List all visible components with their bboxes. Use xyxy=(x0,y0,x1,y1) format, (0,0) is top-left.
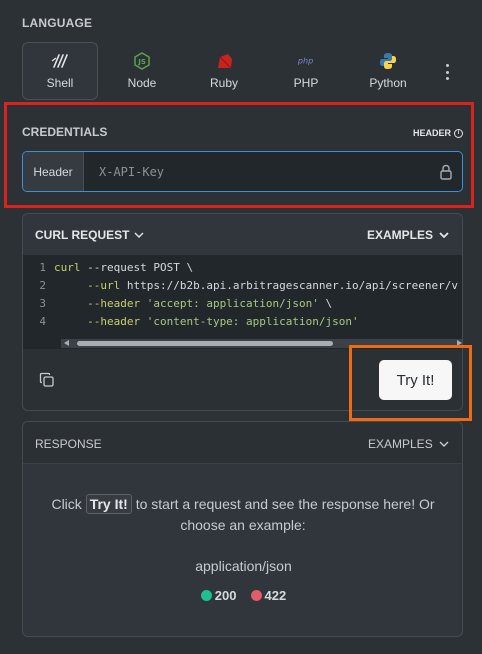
credentials-header-label: HEADER xyxy=(413,128,452,138)
response-instructions: Click Try It! to start a request and see… xyxy=(43,494,443,536)
line-number: 2 xyxy=(39,279,46,292)
more-vertical-icon[interactable] xyxy=(440,64,454,80)
status-422-example[interactable]: 422 xyxy=(250,588,287,603)
language-selector: Shell JS Node Ruby php PHP Python xyxy=(22,42,462,100)
credentials-header-toggle[interactable]: HEADER i xyxy=(413,128,464,138)
code-command: curl xyxy=(54,261,81,274)
response-text-after: to start a request and see the response … xyxy=(135,496,435,533)
status-code: 200 xyxy=(214,588,237,603)
language-label: PHP xyxy=(293,76,319,90)
copy-icon[interactable] xyxy=(39,372,55,388)
language-ruby[interactable]: Ruby xyxy=(186,42,262,100)
node-icon: JS xyxy=(133,52,151,70)
code-line: 4 --header 'content-type: application/js… xyxy=(23,315,359,333)
code-string: 'accept: application/json' xyxy=(140,297,319,310)
code-command: --header xyxy=(54,297,141,310)
curl-request-dropdown[interactable]: CURL REQUEST xyxy=(35,228,144,242)
api-key-input[interactable] xyxy=(95,152,435,191)
chevron-down-icon xyxy=(439,232,449,238)
credentials-title: CREDENTIALS xyxy=(22,125,108,139)
response-mime-type: application/json xyxy=(195,558,292,574)
status-dot-error xyxy=(250,590,262,601)
language-php[interactable]: php PHP xyxy=(268,42,344,100)
curl-request-header: CURL REQUEST EXAMPLES xyxy=(23,214,462,255)
line-number: 1 xyxy=(39,261,46,274)
language-label: Ruby xyxy=(209,76,238,90)
info-icon: i xyxy=(454,128,464,138)
code-text: https://b2b.api.arbitragescanner.io/api/… xyxy=(120,279,458,292)
code-line: 1 curl --request POST \ xyxy=(23,261,193,279)
code-block: 1 curl --request POST \ 2 --url https://b… xyxy=(23,255,462,349)
curl-examples-dropdown[interactable]: EXAMPLES xyxy=(367,228,449,242)
try-it-highlight-frame xyxy=(349,345,472,421)
response-examples-dropdown[interactable]: EXAMPLES xyxy=(368,437,449,451)
response-header: RESPONSE EXAMPLES xyxy=(23,422,462,464)
code-line: 3 --header 'accept: application/json' \ xyxy=(23,297,332,315)
php-icon: php xyxy=(297,52,315,70)
response-title: RESPONSE xyxy=(35,437,102,451)
response-panel: RESPONSE EXAMPLES Click Try It! to start… xyxy=(22,421,463,637)
line-number: 3 xyxy=(39,297,46,310)
code-command: --url xyxy=(54,279,121,292)
line-number: 4 xyxy=(39,315,46,328)
language-label: Node xyxy=(127,76,157,90)
code-command: --header xyxy=(54,315,141,328)
language-label: Shell xyxy=(46,76,74,90)
svg-text:php: php xyxy=(297,56,313,66)
code-line: 2 --url https://b2b.api.arbitragescanner… xyxy=(23,279,458,297)
code-string: 'content-type: application/json' xyxy=(140,315,359,328)
chevron-down-icon xyxy=(134,232,144,238)
svg-text:JS: JS xyxy=(137,58,146,66)
credentials-prefix: Header xyxy=(23,152,84,191)
credentials-input-group: Header xyxy=(22,151,463,192)
response-examples-label: EXAMPLES xyxy=(368,437,433,451)
response-text-before: Click xyxy=(51,496,82,512)
status-200-example[interactable]: 200 xyxy=(200,588,237,603)
language-node[interactable]: JS Node xyxy=(104,42,180,100)
status-code: 422 xyxy=(264,588,287,603)
lock-icon xyxy=(439,164,453,180)
code-text: \ xyxy=(318,297,333,310)
response-status-list: 200 422 xyxy=(23,588,462,603)
language-title: LANGUAGE xyxy=(22,16,93,30)
curl-request-title: CURL REQUEST xyxy=(35,228,130,242)
scroll-left-icon[interactable] xyxy=(64,340,69,346)
curl-examples-label: EXAMPLES xyxy=(367,228,434,242)
language-shell[interactable]: Shell xyxy=(22,42,98,100)
scrollbar-thumb[interactable] xyxy=(77,341,333,346)
code-text: --request POST \ xyxy=(80,261,194,274)
python-icon xyxy=(379,52,397,70)
language-python[interactable]: Python xyxy=(350,42,426,100)
language-label: Python xyxy=(369,76,407,90)
try-it-chip: Try It! xyxy=(85,494,132,514)
status-dot-success xyxy=(200,590,212,601)
chevron-down-icon xyxy=(439,441,449,447)
ruby-icon xyxy=(215,52,233,70)
shell-icon xyxy=(51,52,69,70)
